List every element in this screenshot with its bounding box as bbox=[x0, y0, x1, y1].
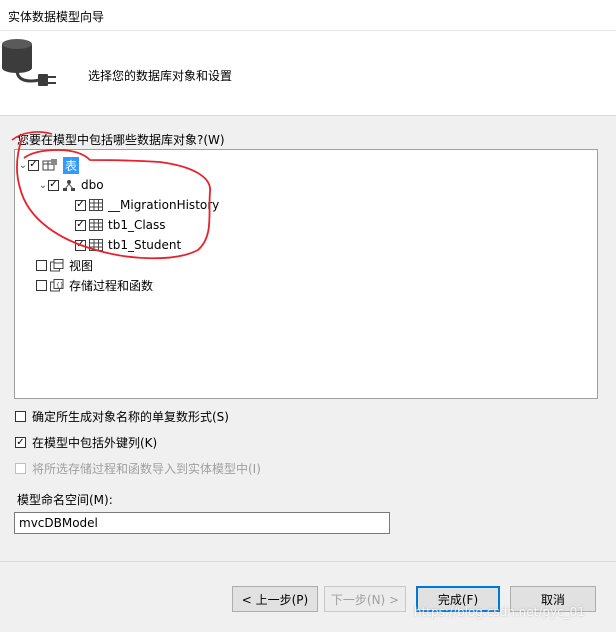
import-procs-option: 将所选存储过程和函数导入到实体模型中(I) bbox=[15, 460, 261, 477]
table-checkbox[interactable] bbox=[75, 199, 86, 211]
tree-node-procs-label: 存储过程和函数 bbox=[69, 278, 154, 293]
pluralize-label: 确定所生成对象名称的单复数形式(S) bbox=[32, 410, 229, 424]
table-icon bbox=[89, 219, 103, 231]
foreign-keys-checkbox[interactable] bbox=[15, 437, 26, 448]
chevron-down-icon[interactable]: ⌄ bbox=[18, 160, 28, 171]
pluralize-option[interactable]: 确定所生成对象名称的单复数形式(S) bbox=[15, 408, 229, 425]
table-checkbox[interactable] bbox=[75, 239, 86, 251]
tree-node-procs[interactable]: {} 存储过程和函数 bbox=[36, 276, 153, 294]
chevron-down-icon[interactable]: ⌄ bbox=[38, 180, 48, 191]
database-object-tree[interactable]: ⌄ 表 ⌄ dbo __Migration bbox=[14, 149, 598, 399]
schema-icon bbox=[63, 179, 75, 191]
table-label: tb1_Class bbox=[108, 218, 166, 232]
table-label: tb1_Student bbox=[108, 238, 182, 252]
views-checkbox[interactable] bbox=[36, 259, 47, 271]
database-plug-icon bbox=[2, 39, 56, 86]
namespace-label: 模型命名空间(M): bbox=[17, 493, 113, 507]
foreign-keys-option[interactable]: 在模型中包括外键列(K) bbox=[15, 434, 157, 451]
import-procs-checkbox bbox=[15, 463, 26, 474]
prev-button[interactable]: < 上一步(P) bbox=[232, 586, 318, 612]
table-label: __MigrationHistory bbox=[108, 198, 220, 212]
foreign-keys-label: 在模型中包括外键列(K) bbox=[32, 436, 158, 450]
watermark: https://blog.csdn.net/pyc_01 bbox=[414, 605, 585, 619]
table-icon bbox=[89, 239, 103, 251]
import-procs-label: 将所选存储过程和函数导入到实体模型中(I) bbox=[32, 462, 261, 476]
pluralize-checkbox[interactable] bbox=[15, 411, 26, 422]
tree-node-dbo[interactable]: ⌄ dbo bbox=[38, 176, 104, 194]
title-bar: 实体数据模型向导 bbox=[0, 0, 616, 31]
wizard-subtitle: 选择您的数据库对象和设置 bbox=[88, 69, 233, 83]
next-button: 下一步(N) > bbox=[324, 586, 406, 612]
namespace-input[interactable] bbox=[14, 512, 390, 534]
tree-node-table[interactable]: tb1_Class bbox=[75, 216, 166, 234]
svg-text:{}: {} bbox=[56, 282, 64, 289]
tree-node-dbo-label: dbo bbox=[81, 178, 104, 192]
footer-divider bbox=[0, 561, 616, 562]
dbo-checkbox[interactable] bbox=[48, 179, 59, 191]
tree-node-table[interactable]: __MigrationHistory bbox=[75, 196, 219, 214]
views-icon bbox=[50, 258, 64, 271]
tree-node-table[interactable]: tb1_Student bbox=[75, 236, 181, 254]
procs-checkbox[interactable] bbox=[36, 279, 47, 291]
tree-node-views-label: 视图 bbox=[69, 258, 94, 273]
table-checkbox[interactable] bbox=[75, 219, 86, 231]
tree-label: 您要在模型中包括哪些数据库对象?(W) bbox=[17, 133, 225, 147]
tree-node-tables-label: 表 bbox=[63, 156, 80, 174]
table-icon bbox=[89, 199, 103, 211]
tree-node-tables[interactable]: ⌄ 表 bbox=[18, 156, 80, 174]
window-title: 实体数据模型向导 bbox=[8, 10, 105, 24]
tables-folder-icon bbox=[42, 158, 57, 170]
tree-node-views[interactable]: 视图 bbox=[36, 256, 93, 274]
procedures-icon: {} bbox=[50, 278, 64, 291]
tables-checkbox[interactable] bbox=[28, 159, 39, 171]
wizard-header: 选择您的数据库对象和设置 bbox=[0, 31, 616, 116]
